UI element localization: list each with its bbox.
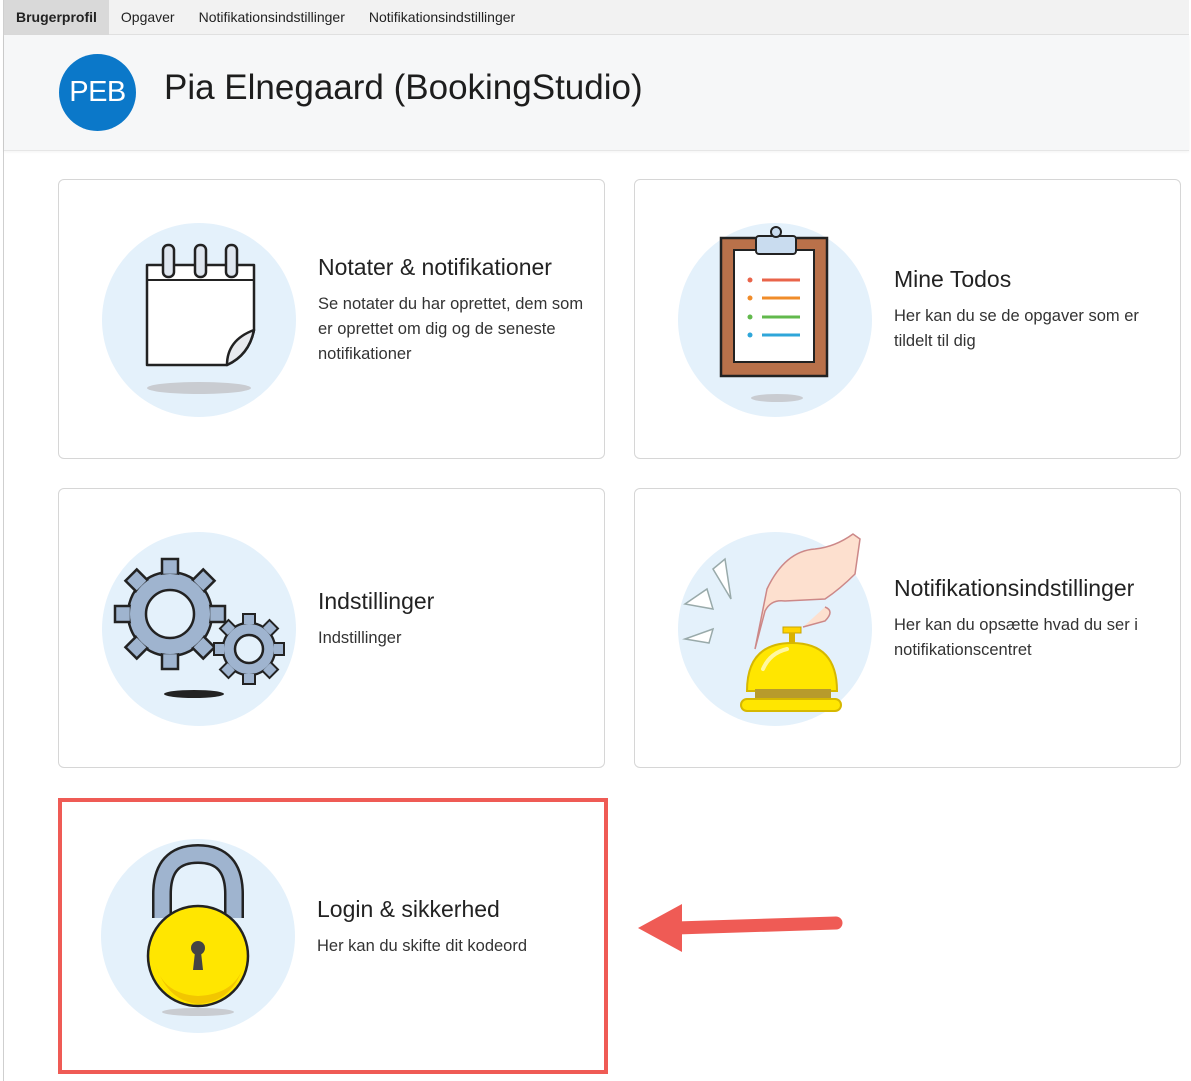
tab-opgaver[interactable]: Opgaver bbox=[109, 0, 187, 35]
tab-notifikationsindstillinger-2[interactable]: Notifikationsindstillinger bbox=[357, 0, 527, 35]
card-title: Notater & notifikationer bbox=[318, 254, 552, 280]
padlock-icon bbox=[101, 839, 295, 1033]
card-description: Her kan du opsætte hvad du ser i notifik… bbox=[894, 616, 1138, 659]
card-title: Indstillinger bbox=[318, 588, 435, 614]
notepad-icon bbox=[102, 223, 296, 417]
avatar: PEB bbox=[59, 54, 136, 131]
arrow-icon bbox=[638, 904, 843, 952]
left-border bbox=[3, 0, 4, 1081]
page: Brugerprofil Opgaver Notifikationsindsti… bbox=[0, 0, 1191, 1081]
tab-brugerprofil[interactable]: Brugerprofil bbox=[4, 0, 109, 35]
card-description: Se notater du har oprettet, dem som er o… bbox=[318, 295, 584, 363]
card-indstillinger[interactable]: Indstillinger Indstillinger bbox=[58, 488, 605, 768]
page-title: Pia Elnegaard (BookingStudio) bbox=[164, 68, 643, 107]
card-description: Her kan du se de opgaver som er tildelt … bbox=[894, 307, 1139, 350]
tab-bar: Brugerprofil Opgaver Notifikationsindsti… bbox=[4, 0, 1189, 35]
gears-icon bbox=[102, 532, 296, 726]
card-description: Her kan du skifte dit kodeord bbox=[317, 937, 528, 955]
card-notifikationsindstillinger[interactable]: Notifikationsindstillinger Her kan du op… bbox=[634, 488, 1181, 768]
card-description: Indstillinger bbox=[318, 629, 402, 647]
card-mine-todos[interactable]: Mine Todos Her kan du se de opgaver som … bbox=[634, 179, 1181, 459]
card-title: Mine Todos bbox=[894, 266, 1012, 292]
tab-notifikationsindstillinger[interactable]: Notifikationsindstillinger bbox=[187, 0, 357, 35]
card-login-sikkerhed[interactable]: Login & sikkerhed Her kan du skifte dit … bbox=[58, 798, 605, 1074]
profile-header: PEB Pia Elnegaard (BookingStudio) bbox=[4, 35, 1189, 151]
clipboard-icon bbox=[678, 223, 872, 417]
service-bell-icon bbox=[678, 532, 872, 726]
card-notater-notifikationer[interactable]: Notater & notifikationer Se notater du h… bbox=[58, 179, 605, 459]
card-title: Notifikationsindstillinger bbox=[894, 575, 1135, 601]
card-title: Login & sikkerhed bbox=[317, 896, 500, 922]
